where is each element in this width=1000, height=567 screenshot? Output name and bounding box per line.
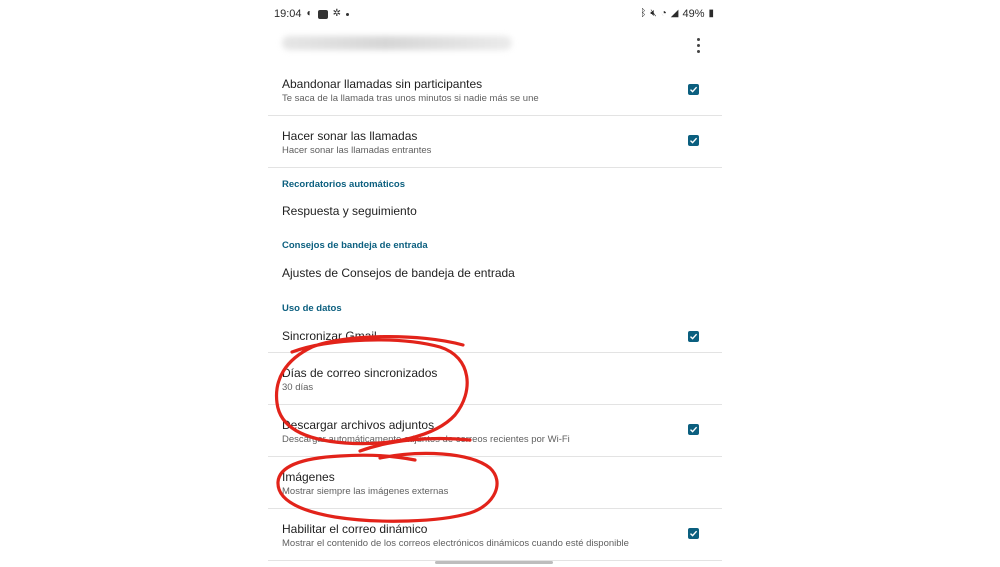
setting-subtitle: Mostrar siempre las imágenes externas xyxy=(282,486,449,497)
clock: 19:04 xyxy=(274,8,302,20)
status-bar: 19:04 ◐ ✲ ᛒ 🔇︎ ◔ ◢ 49% ▮ xyxy=(274,6,714,22)
checkbox-checked[interactable] xyxy=(688,424,699,435)
status-left: 19:04 ◐ ✲ xyxy=(274,8,349,20)
setting-title: Ajustes de Consejos de bandeja de entrad… xyxy=(282,266,515,280)
section-header-text: Recordatorios automáticos xyxy=(282,179,405,190)
settings-list: Abandonar llamadas sin participantes Te … xyxy=(268,68,722,561)
whatsapp-icon: ◐ xyxy=(306,8,313,19)
setting-inbox-tips[interactable]: Ajustes de Consejos de bandeja de entrad… xyxy=(268,254,722,292)
account-email-blurred xyxy=(282,36,512,50)
bluetooth-icon: ᛒ xyxy=(640,8,647,19)
more-vert-icon[interactable] xyxy=(692,34,704,56)
setting-sync-gmail[interactable]: Sincronizar Gmail xyxy=(268,317,722,353)
setting-title: Hacer sonar las llamadas xyxy=(282,129,418,143)
setting-abandon-calls[interactable]: Abandonar llamadas sin participantes Te … xyxy=(268,68,722,116)
setting-title: Respuesta y seguimiento xyxy=(282,204,417,218)
section-header-data-usage: Uso de datos xyxy=(268,292,722,317)
section-header-reminders: Recordatorios automáticos xyxy=(268,168,722,191)
checkbox-checked[interactable] xyxy=(688,84,699,95)
checkbox-checked[interactable] xyxy=(688,331,699,342)
mute-icon: 🔇︎ xyxy=(650,8,657,19)
setting-subtitle: Te saca de la llamada tras unos minutos … xyxy=(282,93,539,104)
settings-icon: ✲ xyxy=(332,8,341,19)
setting-subtitle: Descargar automáticamente adjuntos de co… xyxy=(282,434,570,445)
setting-title: Días de correo sincronizados xyxy=(282,366,438,380)
section-header-text: Consejos de bandeja de entrada xyxy=(282,240,428,251)
setting-title: Descargar archivos adjuntos xyxy=(282,418,435,432)
signal-icon: ◢ xyxy=(670,8,679,19)
setting-days-synced[interactable]: Días de correo sincronizados 30 días xyxy=(268,353,722,405)
checkbox-checked[interactable] xyxy=(688,135,699,146)
battery-icon: ▮ xyxy=(708,8,714,19)
setting-title: Abandonar llamadas sin participantes xyxy=(282,77,483,91)
setting-subtitle: 30 días xyxy=(282,382,314,393)
setting-ring-calls[interactable]: Hacer sonar las llamadas Hacer sonar las… xyxy=(268,116,722,168)
setting-dynamic-email[interactable]: Habilitar el correo dinámico Mostrar el … xyxy=(268,509,722,561)
section-header-text: Uso de datos xyxy=(282,303,342,314)
home-indicator[interactable] xyxy=(435,561,553,564)
app-icon xyxy=(317,9,328,19)
setting-title: Habilitar el correo dinámico xyxy=(282,522,428,536)
setting-subtitle: Mostrar el contenido de los correos elec… xyxy=(282,538,629,549)
setting-download-attachments[interactable]: Descargar archivos adjuntos Descargar au… xyxy=(268,405,722,457)
checkbox-checked[interactable] xyxy=(688,528,699,539)
status-right: ᛒ 🔇︎ ◔ ◢ 49% ▮ xyxy=(640,8,714,20)
setting-title: Sincronizar Gmail xyxy=(282,329,377,343)
setting-subtitle: Hacer sonar las llamadas entrantes xyxy=(282,145,432,156)
section-header-inbox-tips: Consejos de bandeja de entrada xyxy=(268,230,722,254)
setting-nudges[interactable]: Respuesta y seguimiento xyxy=(268,191,722,230)
battery-percent: 49% xyxy=(682,8,705,20)
app-bar xyxy=(268,30,724,62)
setting-images[interactable]: Imágenes Mostrar siempre las imágenes ex… xyxy=(268,457,722,509)
notification-dot xyxy=(345,12,349,16)
setting-title: Imágenes xyxy=(282,470,335,484)
wifi-icon: ◔ xyxy=(660,8,667,19)
